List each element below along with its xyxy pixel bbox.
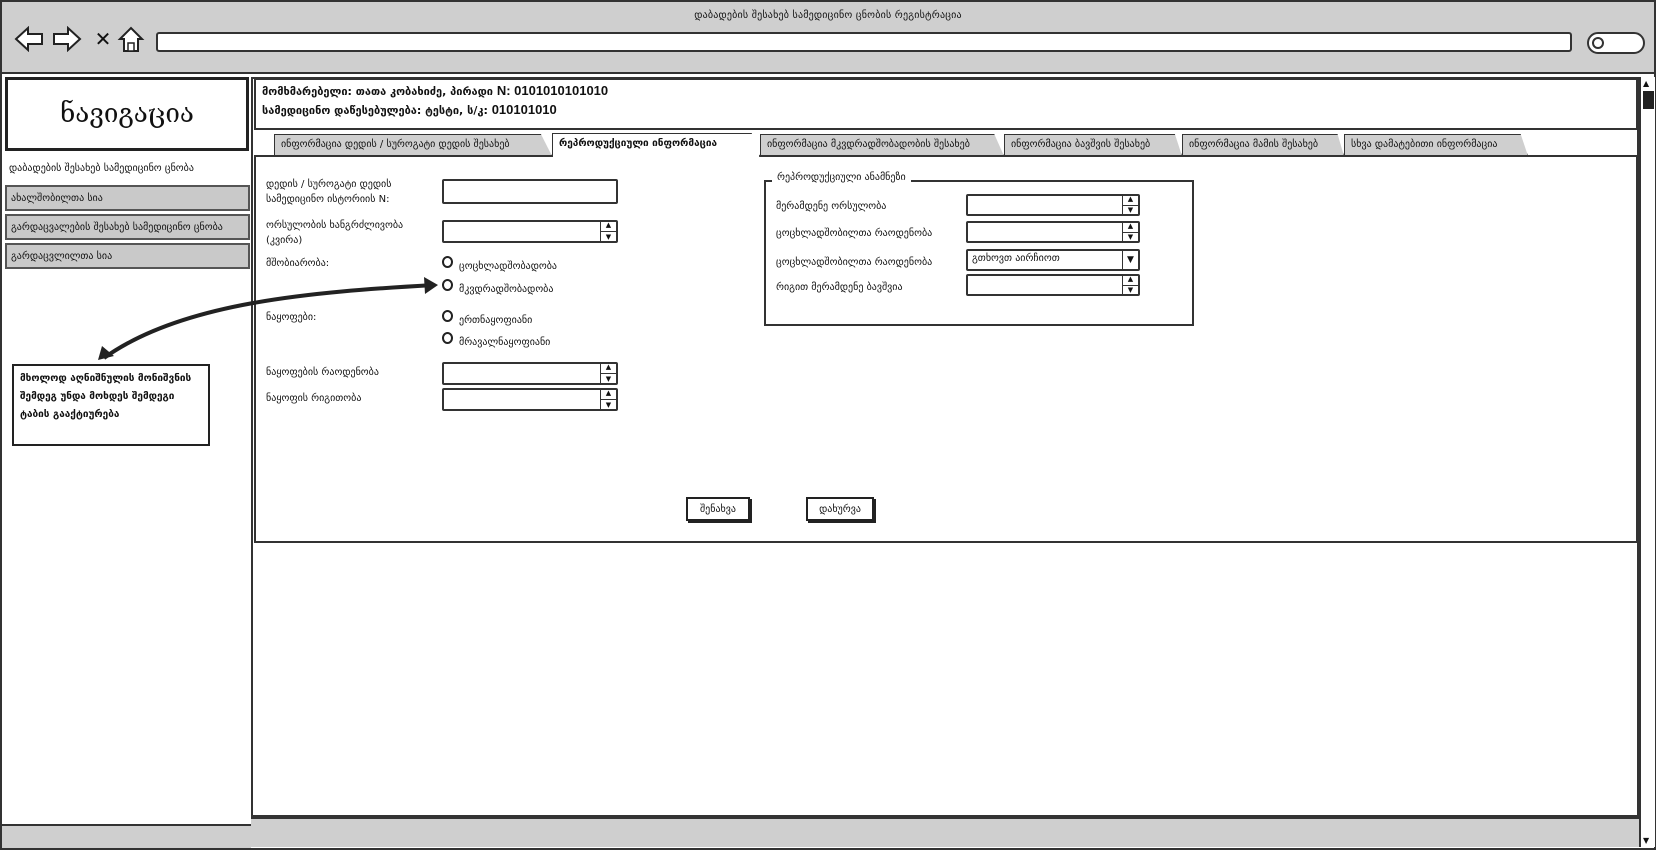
tab-stillbirth-info[interactable]: ინფორმაცია მკვდრადშობადობის შესახებ bbox=[760, 134, 1004, 156]
radio-singleton-label: ერთნაყოფიანი bbox=[459, 315, 533, 326]
spin-up-icon[interactable]: ▲ bbox=[1123, 194, 1138, 206]
child-order-stepper[interactable] bbox=[966, 274, 1140, 296]
user-info-box: მომხმარებელი: თათა კობახიძე, პირადი N: 0… bbox=[254, 78, 1638, 130]
scroll-thumb[interactable] bbox=[1643, 91, 1654, 109]
title-bar: დაბადების შესახებ სამედიცინო ცნობის რეგი… bbox=[2, 2, 1654, 74]
home-icon[interactable] bbox=[116, 24, 146, 54]
radio-multiple[interactable] bbox=[442, 332, 453, 344]
tab-father-info[interactable]: ინფორმაცია მამის შესახებ bbox=[1182, 134, 1344, 156]
institution-line: სამედიცინო დაწესებულება: ტესტი, ს/კ: 010… bbox=[262, 101, 1630, 120]
radio-live-birth-label: ცოცხლადშობადობა bbox=[459, 261, 557, 272]
status-strip bbox=[2, 824, 251, 848]
radio-live-birth[interactable] bbox=[442, 256, 453, 268]
spin-down-icon[interactable]: ▼ bbox=[1123, 286, 1138, 297]
sidebar-item-deceased-list[interactable]: გარდაცვლილთა სია bbox=[5, 243, 250, 269]
sidebar-item-birth-certificate[interactable]: დაბადების შესახებ სამედიცინო ცნობა bbox=[5, 157, 250, 183]
institution-label: სამედიცინო დაწესებულება: ტესტი, ს/კ: bbox=[262, 104, 492, 117]
close-icon[interactable]: ✕ bbox=[88, 24, 118, 54]
spin-down-icon[interactable]: ▼ bbox=[601, 374, 616, 385]
fetus-count-spin-buttons[interactable]: ▲ ▼ bbox=[600, 362, 616, 385]
horizontal-scrollbar[interactable] bbox=[251, 817, 1639, 847]
spin-up-icon[interactable]: ▲ bbox=[601, 362, 616, 374]
fetus-order-label: ნაყოფის რიგითობა bbox=[266, 393, 362, 404]
child-order-label: რიგით მერამდენე ბავშვია bbox=[776, 282, 903, 293]
pregnancy-number-label: მერამდენე ორსულობა bbox=[776, 201, 887, 212]
user-line: მომხმარებელი: თათა კობახიძე, პირადი N: 0… bbox=[262, 82, 1630, 101]
spin-up-icon[interactable]: ▲ bbox=[601, 220, 616, 232]
annotation-arrow-icon bbox=[98, 277, 438, 360]
user-id-value: N: 0101010101010 bbox=[496, 83, 609, 98]
pregnancy-number-spin-buttons[interactable]: ▲ ▼ bbox=[1122, 194, 1138, 216]
live-births-select-label: ცოცხლადშობილთა რაოდენობა bbox=[776, 257, 933, 268]
radio-singleton[interactable] bbox=[442, 310, 453, 322]
scroll-up-icon[interactable]: ▲ bbox=[1643, 79, 1649, 88]
spin-down-icon[interactable]: ▼ bbox=[601, 232, 616, 243]
history-number-label: დედის / სუროგატი დედის სამედიცინო ისტორი… bbox=[266, 179, 392, 205]
fetus-count-stepper[interactable] bbox=[442, 362, 618, 385]
vertical-scrollbar[interactable]: ▲ ▼ bbox=[1639, 77, 1655, 847]
search-icon bbox=[1592, 37, 1604, 49]
tab-additional-info[interactable]: სხვა დამატებითი ინფორმაცია bbox=[1344, 134, 1528, 156]
sidebar-item-newborn-list[interactable]: ახალშობილთა სია bbox=[5, 185, 250, 211]
spin-up-icon[interactable]: ▲ bbox=[601, 388, 616, 400]
sidebar-item-death-certificate[interactable]: გარდაცვალების შესახებ სამედიცინო ცნობა bbox=[5, 214, 250, 240]
pregnancy-spin-buttons[interactable]: ▲ ▼ bbox=[600, 220, 616, 243]
fetus-order-spin-buttons[interactable]: ▲ ▼ bbox=[600, 388, 616, 411]
anamnesis-legend: რეპროდუქციული ანამნეზი bbox=[772, 172, 911, 183]
pregnancy-duration-label: ორსულობის ხანგრძლივობა (კვირა) bbox=[266, 220, 404, 246]
user-name-label: მომხმარებელი: თათა კობახიძე, პირადი bbox=[262, 85, 497, 98]
forward-arrow-icon[interactable] bbox=[52, 24, 82, 54]
live-births-count-stepper[interactable] bbox=[966, 221, 1140, 243]
spin-down-icon[interactable]: ▼ bbox=[601, 400, 616, 411]
window-title: დაბადების შესახებ სამედიცინო ცნობის რეგი… bbox=[694, 10, 962, 21]
spin-down-icon[interactable]: ▼ bbox=[1123, 206, 1138, 217]
spin-up-icon[interactable]: ▲ bbox=[1123, 274, 1138, 286]
pregnancy-duration-stepper[interactable] bbox=[442, 220, 618, 243]
birth-type-label: მშობიარობა: bbox=[266, 258, 330, 269]
live-births-spin-buttons[interactable]: ▲ ▼ bbox=[1122, 221, 1138, 243]
tab-child-info[interactable]: ინფორმაცია ბავშვის შესახებ bbox=[1004, 134, 1182, 156]
navigation-heading: ნავიგაცია bbox=[5, 77, 249, 151]
spin-up-icon[interactable]: ▲ bbox=[1123, 221, 1138, 233]
scroll-down-icon[interactable]: ▼ bbox=[1643, 836, 1649, 845]
address-bar[interactable] bbox=[156, 32, 1572, 52]
fetus-order-stepper[interactable] bbox=[442, 388, 618, 411]
live-births-count-label: ცოცხლადშობილთა რაოდენობა bbox=[776, 228, 933, 239]
browser-window: დაბადების შესახებ სამედიცინო ცნობის რეგი… bbox=[0, 0, 1656, 850]
radio-multiple-label: მრავალნაყოფიანი bbox=[459, 337, 551, 348]
radio-stillbirth-label: მკვდრადშობადობა bbox=[459, 284, 554, 295]
save-button[interactable]: შენახვა bbox=[686, 497, 750, 521]
annotation-note: მხოლოდ აღნიშნულის მონიშვნის შემდეგ უნდა … bbox=[12, 364, 210, 446]
live-births-select[interactable]: გთხოვთ აირჩიოთ bbox=[966, 249, 1140, 271]
back-arrow-icon[interactable] bbox=[14, 24, 44, 54]
tab-reproductive-info[interactable]: რეპროდუქციული ინფორმაცია bbox=[552, 133, 760, 157]
institution-code-value: 010101010 bbox=[491, 102, 557, 117]
close-button[interactable]: დახურვა bbox=[806, 497, 874, 521]
child-order-spin-buttons[interactable]: ▲ ▼ bbox=[1122, 274, 1138, 296]
chevron-down-icon[interactable]: ▼ bbox=[1122, 249, 1138, 271]
search-field[interactable] bbox=[1587, 32, 1645, 54]
tab-mother-info[interactable]: ინფორმაცია დედის / სუროგატი დედის შესახე… bbox=[274, 134, 552, 156]
history-number-input[interactable] bbox=[442, 179, 618, 204]
spin-down-icon[interactable]: ▼ bbox=[1123, 233, 1138, 244]
fetus-count-label: ნაყოფების რაოდენობა bbox=[266, 367, 379, 378]
radio-stillbirth[interactable] bbox=[442, 279, 453, 291]
pregnancy-number-stepper[interactable] bbox=[966, 194, 1140, 216]
